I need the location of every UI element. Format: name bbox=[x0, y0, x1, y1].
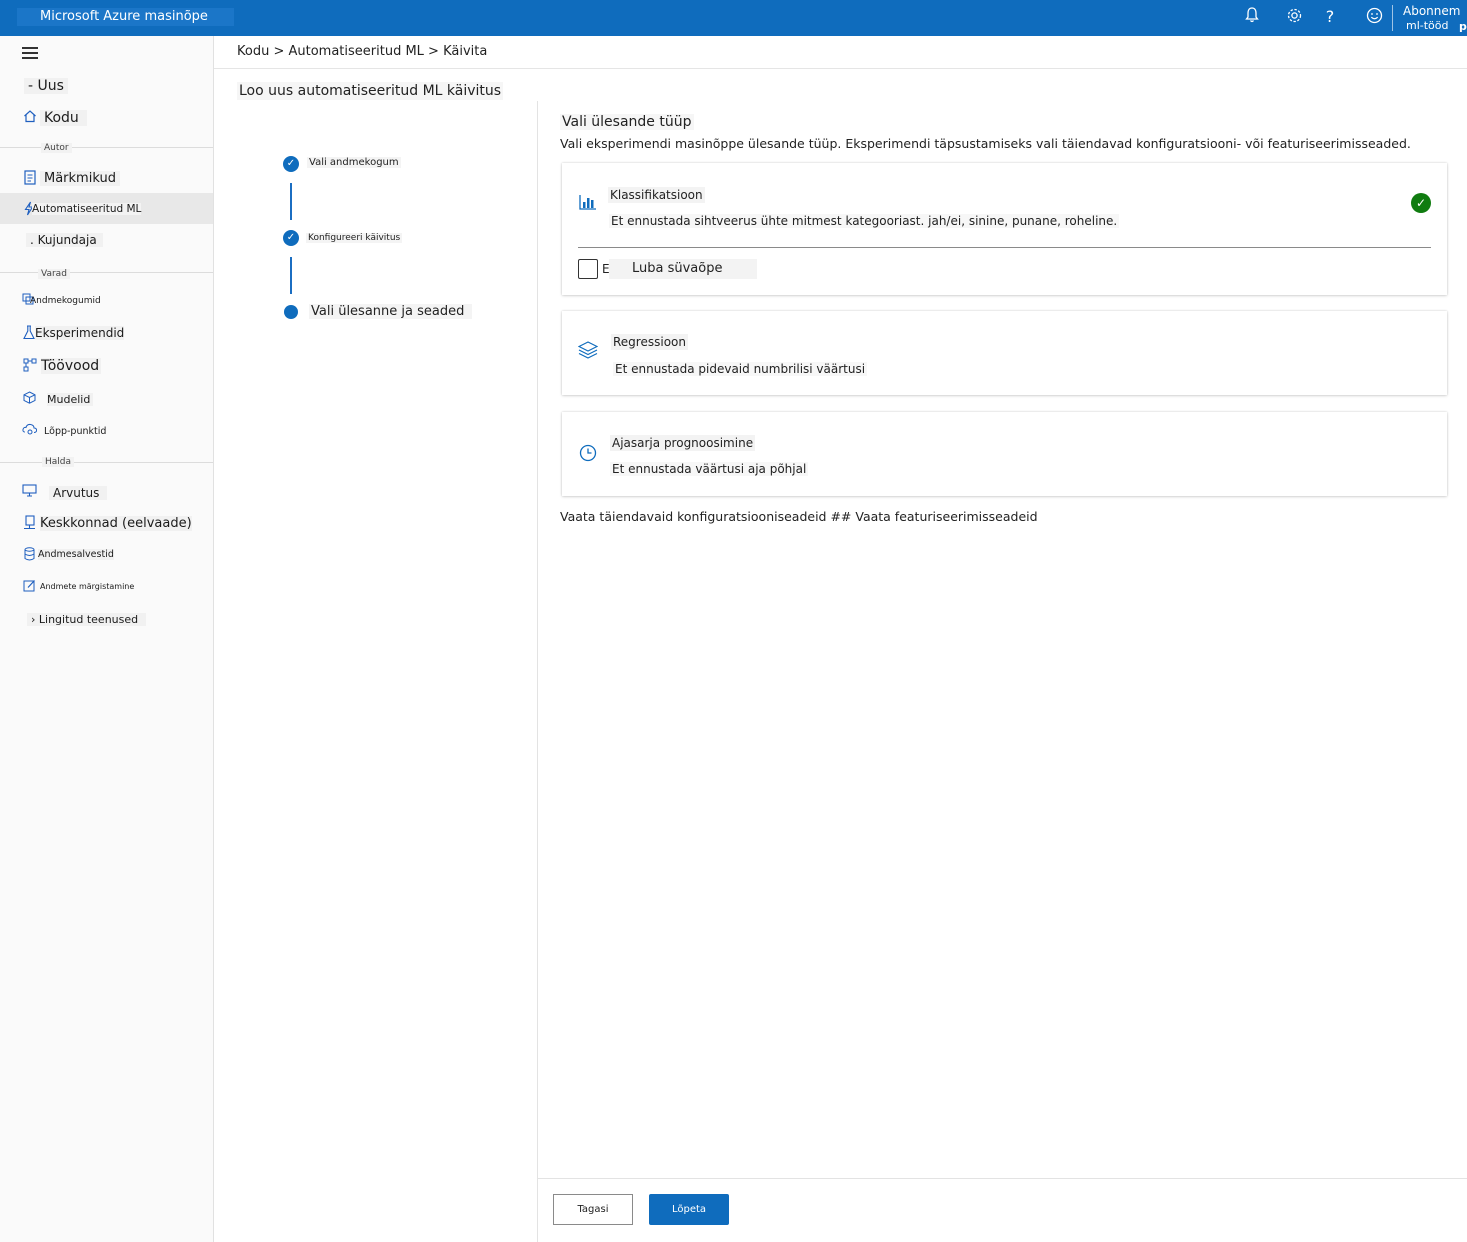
topbar-divider bbox=[1392, 5, 1393, 31]
back-button[interactable]: Tagasi bbox=[553, 1194, 633, 1225]
card-description: Et ennustada sihtveerus ühte mitmest kat… bbox=[609, 214, 1120, 228]
steps-divider bbox=[537, 101, 538, 1242]
sidebar-item-datastores[interactable]: Andmesalvestid bbox=[38, 549, 114, 560]
sidebar: - Uus Kodu Autor Märkmikud Automatiseeri… bbox=[0, 36, 214, 1242]
environment-icon bbox=[23, 515, 36, 533]
step-task-settings[interactable]: Vali ülesanne ja seaded bbox=[309, 304, 473, 319]
endpoint-icon bbox=[22, 423, 38, 439]
notebook-icon bbox=[24, 170, 36, 188]
cube-icon bbox=[23, 391, 36, 407]
app-title[interactable]: Microsoft Azure masinõpe bbox=[17, 8, 234, 26]
card-forecasting[interactable]: Ajasarja prognoosimine Et ennustada väär… bbox=[562, 412, 1447, 496]
step-connector bbox=[290, 257, 292, 294]
account-avatar-initial[interactable]: p bbox=[1459, 20, 1467, 33]
flask-icon bbox=[23, 325, 35, 343]
hamburger-menu-icon[interactable] bbox=[22, 47, 38, 59]
sidebar-item-endpoints[interactable]: Lõpp-punktid bbox=[44, 426, 106, 437]
sidebar-item-experiments[interactable]: Eksperimendid bbox=[35, 326, 125, 340]
card-title: Regressioon bbox=[611, 334, 688, 350]
database-icon bbox=[24, 547, 35, 564]
breadcrumb[interactable]: Kodu > Automatiseeritud ML > Käivita bbox=[237, 44, 487, 59]
card-regression[interactable]: Regressioon Et ennustada pidevaid numbri… bbox=[562, 311, 1447, 395]
step-done-check-icon: ✓ bbox=[283, 230, 299, 246]
sidebar-section-assets: Varad bbox=[38, 269, 70, 279]
gear-icon[interactable] bbox=[1284, 7, 1304, 27]
sidebar-section-author: Autor bbox=[41, 143, 72, 153]
card-classification[interactable]: Klassifikatsioon Et ennustada sihtveerus… bbox=[562, 163, 1447, 295]
sidebar-item-home[interactable]: Kodu bbox=[40, 110, 87, 126]
step-current-dot-icon bbox=[284, 305, 298, 319]
pipeline-icon bbox=[23, 358, 37, 375]
account-workspace[interactable]: ml-tööd bbox=[1406, 19, 1449, 32]
sidebar-item-pipelines[interactable]: Töövood bbox=[41, 358, 102, 374]
smiley-icon[interactable] bbox=[1364, 7, 1384, 27]
sidebar-new[interactable]: - Uus bbox=[24, 78, 68, 94]
sidebar-item-notebooks[interactable]: Märkmikud bbox=[40, 171, 120, 186]
top-bar: Microsoft Azure masinõpe ? Abonnem ml-tö… bbox=[0, 0, 1467, 36]
additional-settings-links[interactable]: Vaata täiendavaid konfiguratsiooniseadei… bbox=[560, 509, 1038, 524]
sidebar-item-data-labeling[interactable]: Andmete märgistamine bbox=[40, 582, 134, 591]
sidebar-divider bbox=[0, 272, 213, 273]
step-select-dataset[interactable]: Vali andmekogum bbox=[307, 157, 401, 168]
page-title: Loo uus automatiseeritud ML käivitus bbox=[237, 82, 504, 100]
card-title: Ajasarja prognoosimine bbox=[610, 435, 756, 451]
bar-chart-icon bbox=[579, 194, 597, 214]
layers-icon bbox=[577, 341, 599, 363]
step-configure-run[interactable]: Konfigureeri käivitus bbox=[306, 233, 403, 243]
deep-learning-checkbox[interactable] bbox=[578, 259, 598, 279]
task-type-description: Vali eksperimendi masinõppe ülesande tüü… bbox=[560, 136, 1411, 151]
card-description: Et ennustada väärtusi aja põhjal bbox=[610, 462, 809, 476]
sidebar-item-datasets[interactable]: Andmekogumid bbox=[30, 296, 101, 306]
task-type-heading: Vali ülesande tüüp bbox=[560, 114, 694, 130]
edit-icon bbox=[23, 579, 36, 595]
deep-learning-label[interactable]: Luba süvaõpe bbox=[609, 259, 757, 279]
monitor-icon bbox=[22, 484, 37, 500]
account-subscription[interactable]: Abonnem bbox=[1403, 4, 1460, 18]
step-connector bbox=[290, 183, 292, 220]
finish-button[interactable]: Lõpeta bbox=[649, 1194, 729, 1225]
selected-check-icon: ✓ bbox=[1411, 193, 1431, 213]
sidebar-item-environments[interactable]: Keskkonnad (eelvaade) bbox=[40, 516, 192, 531]
sidebar-item-automated-ml[interactable]: Automatiseeritud ML bbox=[32, 203, 142, 215]
footer-divider bbox=[538, 1178, 1467, 1179]
sidebar-divider bbox=[0, 147, 213, 148]
sidebar-item-linked-services[interactable]: › Lingitud teenused bbox=[27, 613, 147, 626]
bell-icon[interactable] bbox=[1242, 7, 1262, 27]
help-icon[interactable]: ? bbox=[1320, 7, 1340, 27]
clock-icon bbox=[579, 444, 597, 466]
sidebar-item-compute[interactable]: Arvutus bbox=[49, 486, 108, 500]
home-icon bbox=[23, 109, 37, 126]
sidebar-item-models[interactable]: Mudelid bbox=[47, 393, 94, 406]
sidebar-item-designer[interactable]: . Kujundaja bbox=[26, 233, 103, 247]
sidebar-divider bbox=[0, 462, 213, 463]
header-divider bbox=[214, 68, 1467, 69]
step-done-check-icon: ✓ bbox=[283, 156, 299, 172]
card-divider bbox=[578, 247, 1431, 248]
card-description: Et ennustada pidevaid numbrilisi väärtus… bbox=[613, 362, 868, 376]
card-title: Klassifikatsioon bbox=[608, 187, 705, 203]
sidebar-section-manage: Halda bbox=[42, 457, 75, 467]
